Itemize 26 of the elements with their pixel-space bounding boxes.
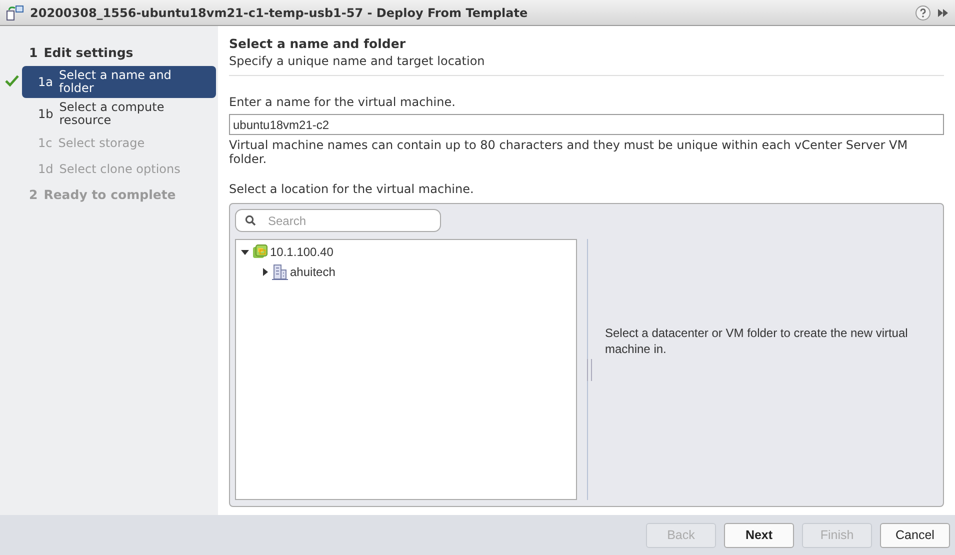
page-subtitle: Specify a unique name and target location bbox=[229, 54, 944, 76]
info-text: Select a datacenter or VM folder to create the new virtual machine in. bbox=[605, 326, 908, 356]
help-icon[interactable] bbox=[915, 4, 931, 20]
page-title: Select a name and folder bbox=[229, 36, 406, 51]
window-title: 20200308_1556-ubuntu18vm21-c1-temp-usb1-57 - Deploy From Template bbox=[30, 6, 529, 20]
name-field[interactable]: ubuntu18vm21-c2 bbox=[229, 114, 944, 135]
search-icon bbox=[245, 215, 256, 226]
dialog-button[interactable]: Next bbox=[724, 522, 794, 548]
tree-item[interactable]: ahuitech bbox=[290, 265, 336, 279]
fast-forward-icon[interactable] bbox=[937, 8, 949, 18]
server-icon bbox=[252, 244, 268, 260]
template-icon bbox=[6, 4, 24, 20]
step-number: 1 bbox=[29, 44, 38, 60]
field-label: Select a location for the virtual machine. bbox=[229, 182, 475, 196]
hint-text: Virtual machine names can contain up to 80 characters and they must be unique within each vCenter Server VM folder. bbox=[229, 138, 909, 166]
search-field[interactable]: Search bbox=[235, 209, 441, 232]
expanded-caret-icon[interactable] bbox=[240, 247, 250, 257]
field-label: Enter a name for the virtual machine. bbox=[229, 95, 456, 109]
step-title: Ready to complete bbox=[44, 186, 176, 202]
step-number: 2 bbox=[29, 186, 38, 202]
dialog-button[interactable]: Cancel bbox=[880, 522, 950, 548]
building-icon bbox=[272, 264, 288, 280]
tree-item[interactable]: 10.1.100.40 bbox=[270, 245, 334, 259]
step-title: Edit settings bbox=[44, 44, 134, 60]
collapsed-caret-icon[interactable] bbox=[260, 267, 270, 277]
splitter-handle[interactable] bbox=[587, 358, 592, 380]
